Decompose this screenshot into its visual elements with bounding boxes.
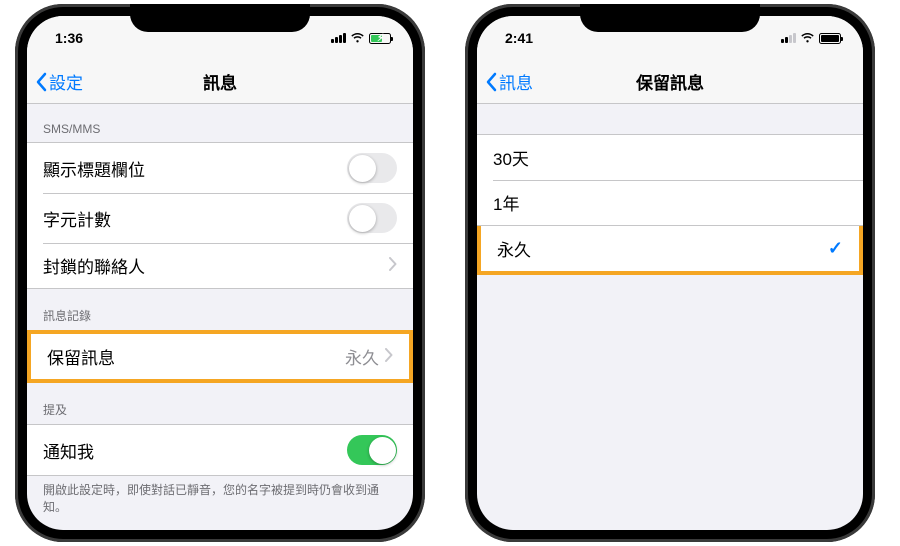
status-right: ⚡︎ (331, 31, 391, 46)
option-label: 1年 (493, 190, 519, 215)
phone-right: 2:41 訊息 保留訊息 30天 (465, 4, 875, 542)
option-1-year[interactable]: 1年 (477, 180, 863, 225)
list-keep-options-top: 30天 1年 (477, 134, 863, 226)
section-footer-mentions: 開啟此設定時，即使對話已靜音，您的名字被提到時仍會收到通知。 (27, 476, 413, 526)
status-right (781, 31, 841, 46)
list-keep-messages: 保留訊息 永久 (27, 330, 413, 383)
nav-bar: 訊息 保留訊息 (477, 60, 863, 104)
wifi-icon (350, 31, 365, 46)
row-label: 字元計數 (43, 206, 111, 231)
battery-icon: ⚡︎ (369, 33, 391, 44)
option-label: 永久 (497, 236, 531, 261)
row-label: 顯示標題欄位 (43, 156, 145, 181)
row-label: 保留訊息 (47, 344, 115, 369)
chevron-right-icon (389, 256, 397, 276)
screen-left: 1:36 ⚡︎ 設定 訊息 SMS/MMS (27, 16, 413, 530)
status-time: 1:36 (55, 30, 83, 46)
list-sms: 顯示標題欄位 字元計數 封鎖的聯絡人 (27, 142, 413, 289)
switch-char-count[interactable] (347, 203, 397, 233)
battery-icon (819, 33, 841, 44)
nav-bar: 設定 訊息 (27, 60, 413, 104)
section-header-history: 訊息記錄 (27, 289, 413, 330)
back-label: 訊息 (499, 69, 533, 94)
spacer (477, 104, 863, 134)
cellular-signal-icon (331, 33, 346, 43)
chevron-left-icon (485, 72, 497, 92)
row-blocked-contacts[interactable]: 封鎖的聯絡人 (27, 243, 413, 288)
back-button[interactable]: 訊息 (485, 69, 533, 94)
row-label: 通知我 (43, 438, 94, 463)
back-label: 設定 (49, 69, 83, 94)
nav-title: 訊息 (203, 69, 237, 94)
chevron-left-icon (35, 72, 47, 92)
row-notify-me[interactable]: 通知我 (27, 425, 413, 475)
phone-left: 1:36 ⚡︎ 設定 訊息 SMS/MMS (15, 4, 425, 542)
section-header-mentions: 提及 (27, 383, 413, 424)
option-30-days[interactable]: 30天 (477, 135, 863, 180)
row-value: 永久 (345, 344, 379, 369)
notch (580, 4, 760, 32)
row-show-subject[interactable]: 顯示標題欄位 (27, 143, 413, 193)
option-label: 30天 (493, 145, 529, 170)
screen-right: 2:41 訊息 保留訊息 30天 (477, 16, 863, 530)
notch (130, 4, 310, 32)
wifi-icon (800, 31, 815, 46)
checkmark-icon: ✓ (828, 238, 843, 259)
section-header-sms: SMS/MMS (27, 104, 413, 142)
row-char-count[interactable]: 字元計數 (27, 193, 413, 243)
option-forever[interactable]: 永久 ✓ (481, 226, 859, 271)
row-keep-messages[interactable]: 保留訊息 永久 (31, 334, 409, 379)
nav-title: 保留訊息 (636, 69, 704, 94)
chevron-right-icon (385, 347, 393, 367)
cellular-signal-icon (781, 33, 796, 43)
row-label: 封鎖的聯絡人 (43, 253, 145, 278)
back-button[interactable]: 設定 (35, 69, 83, 94)
list-keep-options-selected: 永久 ✓ (477, 226, 863, 275)
switch-show-subject[interactable] (347, 153, 397, 183)
switch-notify-me[interactable] (347, 435, 397, 465)
status-time: 2:41 (505, 30, 533, 46)
list-mentions: 通知我 (27, 424, 413, 476)
